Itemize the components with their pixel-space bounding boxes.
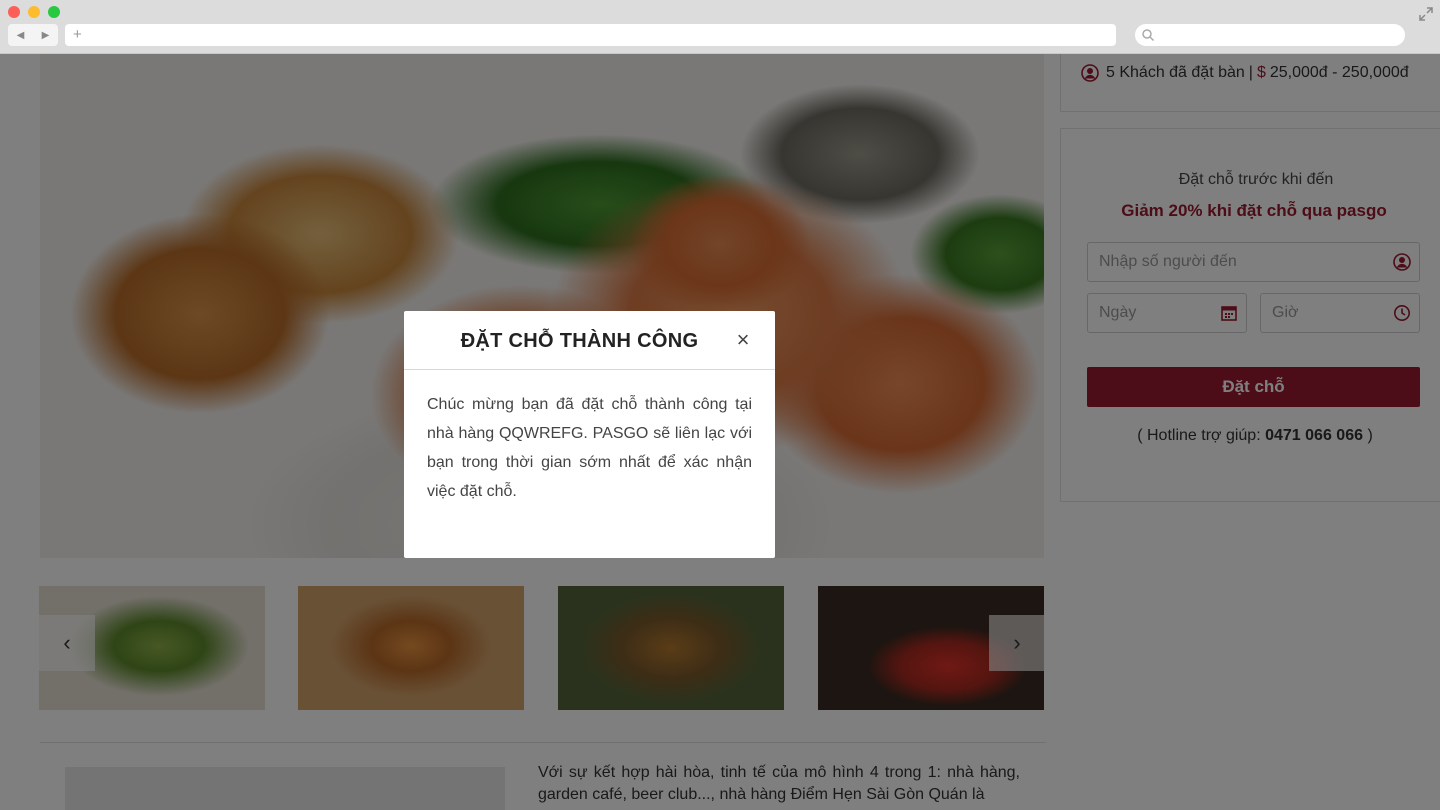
forward-icon[interactable]: ▶ [42, 30, 50, 41]
modal-header: ĐẶT CHỖ THÀNH CÔNG × [404, 311, 775, 370]
browser-search-input[interactable] [1135, 24, 1405, 46]
window-close-dot[interactable] [8, 6, 20, 18]
modal-message: Chúc mừng bạn đã đặt chỗ thành công tại … [427, 396, 752, 500]
back-icon[interactable]: ◀ [17, 30, 25, 41]
new-tab-icon[interactable]: + [73, 26, 82, 44]
fullscreen-icon[interactable] [1418, 6, 1434, 22]
nav-buttons: ◀ ▶ [8, 24, 58, 46]
search-icon [1142, 29, 1155, 42]
modal-title: ĐẶT CHỖ THÀNH CÔNG [460, 330, 699, 352]
window-minimize-dot[interactable] [28, 6, 40, 18]
window-maximize-dot[interactable] [48, 6, 60, 18]
address-bar[interactable]: + [65, 24, 1116, 46]
browser-chrome: ◀ ▶ + [0, 0, 1440, 54]
booking-success-modal: ĐẶT CHỖ THÀNH CÔNG × Chúc mừng bạn đã đặ… [404, 311, 775, 558]
close-icon[interactable]: × [732, 329, 754, 351]
